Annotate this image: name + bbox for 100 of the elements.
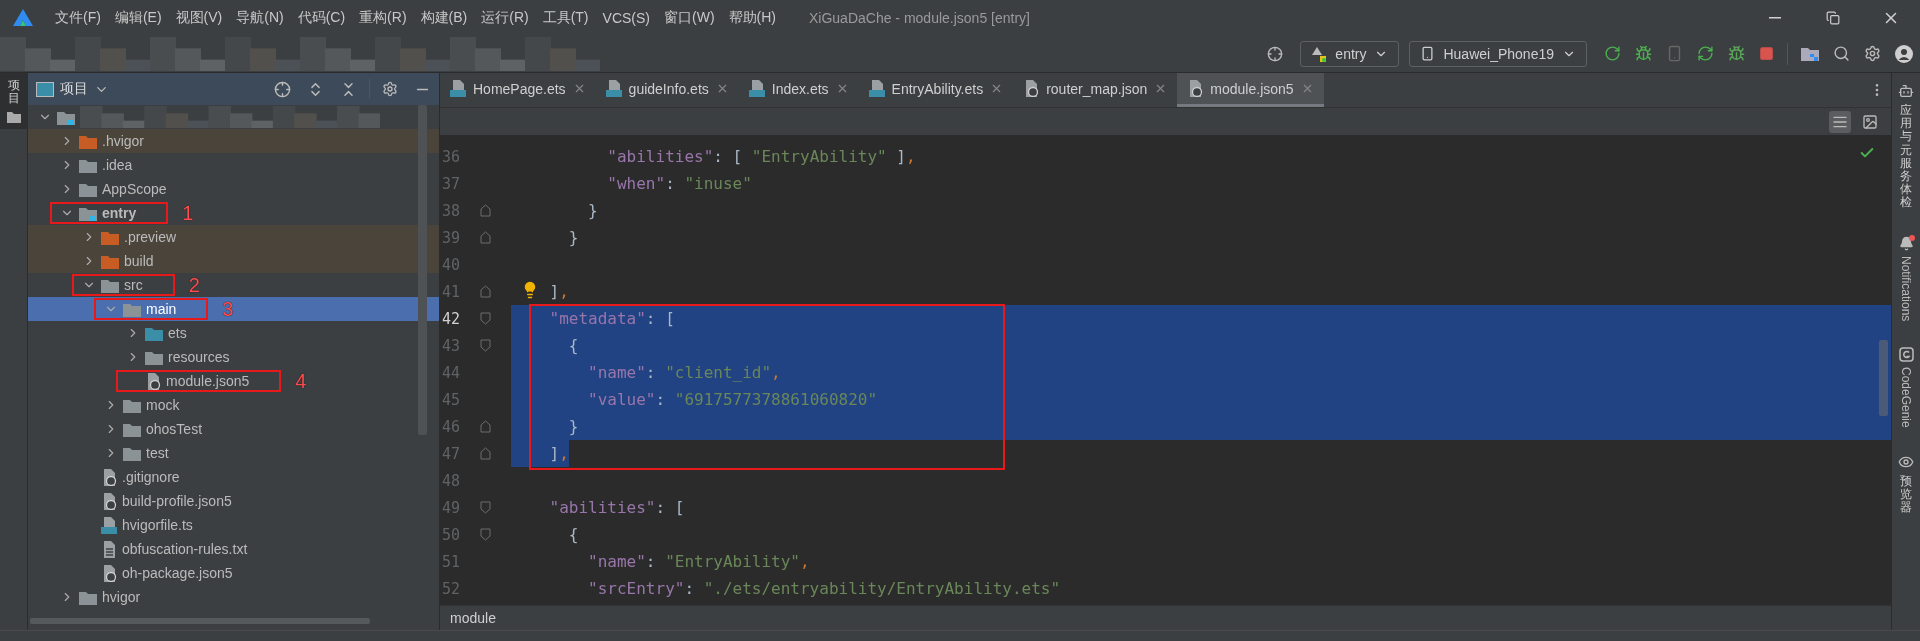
menu-item[interactable]: 导航(N): [229, 8, 291, 27]
scrollbar-thumb[interactable]: [1879, 340, 1888, 416]
tree-item[interactable]: .preview: [28, 225, 439, 249]
line-number: 48: [441, 471, 462, 490]
menu-item[interactable]: 窗口(W): [657, 8, 722, 27]
line-number: 42: [441, 309, 462, 328]
tool-window-button[interactable]: 应用与元服务体检: [1898, 83, 1914, 210]
tree-item[interactable]: build: [28, 249, 439, 273]
line-number: 39: [441, 228, 462, 247]
settings-icon[interactable]: [382, 81, 398, 97]
breadcrumb[interactable]: module: [450, 610, 496, 626]
ignore-file-icon: [101, 468, 117, 486]
menu-item[interactable]: 代码(C): [290, 8, 353, 27]
fold-marker-icon[interactable]: [480, 447, 491, 460]
item-label: build-profile.json5: [122, 493, 232, 509]
editor-tab[interactable]: module.json5: [1177, 73, 1324, 107]
tree-item[interactable]: module.json5 4: [28, 369, 439, 393]
item-label: .gitignore: [122, 469, 180, 485]
fold-marker-icon[interactable]: [480, 204, 491, 217]
tool-window-label: 应用与元服务体检: [1900, 104, 1912, 210]
tool-window-button[interactable]: 预览器: [1898, 453, 1914, 515]
menu-item[interactable]: 工具(T): [535, 8, 596, 27]
tree-item[interactable]: obfuscation-rules.txt: [28, 537, 439, 561]
tree-item[interactable]: .hvigor: [28, 129, 439, 153]
tree-item[interactable]: AppScope: [28, 177, 439, 201]
scrollbar-thumb[interactable]: [30, 618, 370, 624]
menu-item[interactable]: 编辑(E): [107, 8, 169, 27]
fold-marker-icon[interactable]: [480, 231, 491, 244]
tree-item[interactable]: build-profile.json5: [28, 489, 439, 513]
menu-item[interactable]: 视图(V): [168, 8, 230, 27]
tool-window-button[interactable]: CodeGenie: [1898, 346, 1914, 428]
tool-window-label: Notifications: [1899, 255, 1913, 321]
ets-file-icon: [748, 80, 765, 97]
json-file-icon: [1023, 80, 1040, 97]
crosshair-icon[interactable]: [274, 80, 291, 98]
device-dropdown[interactable]: Huawei_Phone19: [1409, 40, 1587, 67]
folder-icon: [79, 589, 97, 605]
editor-tab[interactable]: router_map.json: [1013, 73, 1178, 107]
json-file-icon: [101, 492, 117, 510]
tree-item[interactable]: ets: [28, 321, 439, 345]
code-text: ],: [549, 281, 569, 303]
text-file-icon: [101, 540, 117, 558]
tool-window-label: 预览器: [1900, 474, 1912, 515]
code-text: "abilities": [: [549, 497, 685, 519]
line-number: 52: [441, 579, 462, 598]
folder-icon: [123, 445, 141, 461]
tree-item[interactable]: main 3: [28, 297, 439, 321]
item-label: module.json5: [166, 373, 250, 389]
crosshair-icon: [1267, 45, 1284, 62]
folder-icon: [57, 109, 75, 125]
ets-file-icon: [868, 80, 885, 97]
tree-item[interactable]: test: [28, 441, 439, 465]
folder-icon: [123, 301, 141, 317]
minimize-icon: [1769, 16, 1781, 19]
tree-item[interactable]: .gitignore: [28, 465, 439, 489]
line-number: 38: [441, 201, 462, 220]
folder-icon: [79, 157, 97, 173]
fold-marker-icon[interactable]: [480, 420, 491, 433]
tree-item[interactable]: resources: [28, 345, 439, 369]
editor-tab[interactable]: Index.ets: [738, 73, 859, 107]
annotation-number: 1: [182, 201, 194, 225]
tree-item[interactable]: .idea: [28, 153, 439, 177]
reader-mode-button[interactable]: [1829, 110, 1851, 133]
window-title: XiGuaDaChe - module.json5 [entry]: [809, 9, 1030, 26]
folder-icon: [145, 349, 163, 365]
menu-item[interactable]: 运行(R): [474, 8, 536, 27]
editor-tab[interactable]: EntryAbility.ets: [858, 73, 1014, 107]
menu-item[interactable]: 文件(F): [48, 8, 108, 27]
tab-label: 项目: [7, 79, 20, 106]
tree-item[interactable]: entry 1: [28, 201, 439, 225]
menu-item[interactable]: VCS(S): [595, 9, 657, 26]
tree-item[interactable]: ohosTest: [28, 417, 439, 441]
menu-item[interactable]: 重构(R): [352, 8, 414, 27]
tree-item[interactable]: hvigor: [28, 585, 439, 609]
tree-item[interactable]: oh-package.json5: [28, 561, 439, 585]
run-config-dropdown[interactable]: entry: [1300, 40, 1400, 67]
tree-item[interactable]: hvigorfile.ts: [28, 513, 439, 537]
fold-marker-icon[interactable]: [480, 501, 491, 514]
tool-window-button[interactable]: Notifications: [1898, 235, 1914, 321]
menu-item[interactable]: 构建(B): [413, 8, 475, 27]
fold-marker-icon[interactable]: [480, 339, 491, 352]
tool-window-tab[interactable]: 项目: [0, 73, 28, 130]
line-number: 44: [441, 363, 462, 382]
tree-item[interactable]: src 2: [28, 273, 439, 297]
tree-item[interactable]: mock: [28, 393, 439, 417]
line-number: 37: [441, 174, 462, 193]
rounded-square-icon: [1898, 346, 1914, 362]
bell-icon: [1898, 235, 1914, 251]
fold-marker-icon[interactable]: [480, 285, 491, 298]
code-text: {: [568, 524, 579, 546]
editor-tab[interactable]: HomePage.ets: [440, 73, 596, 107]
scrollbar-thumb[interactable]: [418, 105, 427, 435]
editor-tab[interactable]: guideInfo.ets: [595, 73, 739, 107]
annotation-number: 4: [295, 369, 307, 393]
code-text: "name": "EntryAbility",: [588, 551, 810, 573]
folder-icon: [6, 111, 21, 124]
settings-icon: [1864, 45, 1881, 62]
menu-item[interactable]: 帮助(H): [721, 8, 783, 27]
fold-marker-icon[interactable]: [480, 312, 491, 325]
fold-marker-icon[interactable]: [480, 528, 491, 541]
